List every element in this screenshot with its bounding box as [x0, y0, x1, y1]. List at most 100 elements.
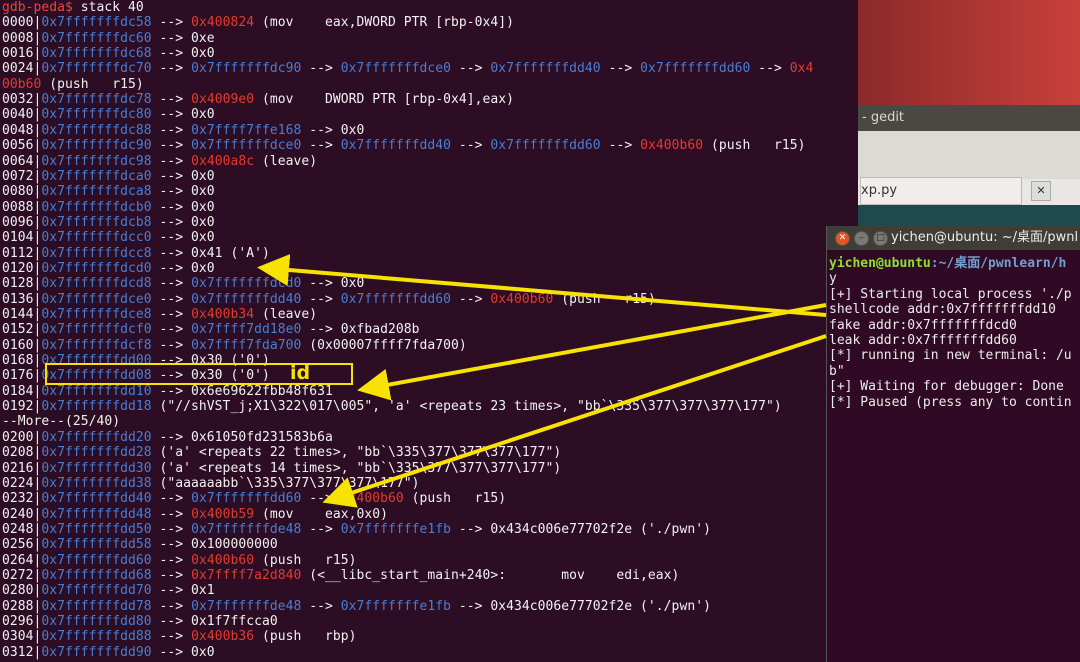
- stack-offset: 0264|: [2, 552, 42, 568]
- stack-line: 0000|0x7fffffffdc58 --> 0x400824 (mov ea…: [2, 15, 514, 30]
- stack-address: 0x7fffffffdcc8: [41, 245, 152, 261]
- arrow-text: -->: [301, 491, 341, 507]
- arrow-text: --> 0x0: [151, 46, 215, 62]
- stack-address: 0x7fffffffdd28: [41, 445, 152, 461]
- arrow-text: -->: [600, 61, 641, 77]
- arrow-text: --> 0x1: [151, 583, 215, 599]
- stack-address: 0x7fffffffdd20: [41, 429, 152, 445]
- pointer-address: 0x7fffffffdce0: [191, 138, 302, 154]
- stack-offset: 0248|: [2, 521, 42, 537]
- value-text: (leave): [254, 307, 318, 322]
- arrow-text: -->: [151, 153, 192, 169]
- stack-line: 0216|0x7fffffffdd30 ('a' <repeats 14 tim…: [2, 461, 561, 476]
- arrow-text: --> 0x100000000: [151, 537, 278, 553]
- stack-line: 0104|0x7fffffffdcc0 --> 0x0: [2, 230, 215, 245]
- value-text: --> 0x0: [301, 122, 365, 138]
- pointer-address: 0x7fffffffdd60: [640, 61, 751, 77]
- stack-offset: 0136|: [2, 291, 42, 307]
- arrow-text: ("//shVST_j;X1\322\017\005", 'a' <repeat…: [151, 399, 782, 415]
- value-text: --> 0x434c006e77702f2e ('./pwn'): [451, 521, 711, 537]
- stack-offset: 0080|: [2, 184, 42, 200]
- stack-address: 0x7fffffffdd58: [41, 537, 152, 553]
- value-text: --> 0x434c006e77702f2e ('./pwn'): [451, 598, 711, 614]
- arrow-text: -->: [301, 138, 341, 154]
- terminal-path: :~/桌面/pwnlearn/h: [930, 256, 1067, 271]
- stack-address: 0x7fffffffdd90: [41, 644, 152, 660]
- stack-address: 0x7fffffffdd80: [41, 614, 152, 629]
- code-address: 0x400b34: [191, 307, 255, 322]
- stack-address: 0x7fffffffdd78: [41, 598, 152, 614]
- terminal-text: [*] Paused (press any to contin: [829, 394, 1072, 410]
- close-icon[interactable]: ✕: [835, 231, 850, 246]
- stack-offset: 0160|: [2, 337, 42, 353]
- stack-offset: 0208|: [2, 445, 42, 461]
- stack-line: 0008|0x7fffffffdc60 --> 0xe: [2, 31, 215, 46]
- stack-address: 0x7fffffffdc90: [41, 138, 152, 154]
- value-text: (mov DWORD PTR [rbp-0x4],eax): [254, 92, 515, 108]
- arrow-text: --> 0x0: [151, 184, 215, 200]
- arrow-text: -->: [151, 567, 192, 583]
- stack-offset: 0064|: [2, 153, 42, 169]
- stack-line: 0112|0x7fffffffdcc8 --> 0x41 ('A'): [2, 246, 270, 261]
- pointer-address: 0x7fffffffdd60: [490, 138, 601, 154]
- arrow-text: -->: [151, 15, 192, 31]
- stack-line: 0120|0x7fffffffdcd0 --> 0x0: [2, 261, 215, 276]
- arrow-text: -->: [301, 598, 341, 614]
- stack-offset: 0048|: [2, 122, 42, 138]
- gedit-tab[interactable]: xp.py ✕: [860, 177, 1051, 205]
- stack-line: 0240|0x7fffffffdd48 --> 0x400b59 (mov ea…: [2, 507, 388, 522]
- code-address: 0x400b36: [191, 629, 255, 645]
- minimize-icon[interactable]: –: [854, 231, 869, 246]
- terminal-line: [+] Waiting for debugger: Done: [829, 379, 1064, 394]
- value-text: (push rbp): [254, 629, 357, 645]
- stack-line: 0136|0x7fffffffdce0 --> 0x7fffffffdd40 -…: [2, 292, 656, 307]
- stack-line: 0232|0x7fffffffdd40 --> 0x7fffffffdd60 -…: [2, 491, 506, 506]
- terminal-titlebar: ✕ – □ yichen@ubuntu: ~/桌面/pwnl: [827, 226, 1080, 250]
- stack-offset: 0272|: [2, 567, 42, 583]
- stack-line: 0208|0x7fffffffdd28 ('a' <repeats 22 tim…: [2, 445, 561, 460]
- stack-line: 0024|0x7fffffffdc70 --> 0x7fffffffdc90 -…: [2, 61, 813, 76]
- stack-line: 0072|0x7fffffffdca0 --> 0x0: [2, 169, 215, 184]
- stack-address: 0x7fffffffdcc0: [41, 230, 152, 246]
- stack-offset: 0072|: [2, 168, 42, 184]
- stack-line: 0200|0x7fffffffdd20 --> 0x61050fd231583b…: [2, 430, 333, 445]
- terminal-line: b": [829, 364, 845, 379]
- stack-offset: 0216|: [2, 460, 42, 476]
- stack-line: 0184|0x7fffffffdd10 --> 0x6e69622fbb48f6…: [2, 384, 333, 399]
- gedit-editor[interactable]: [840, 205, 1080, 225]
- stack-line: 00b60 (push r15): [2, 77, 144, 92]
- stack-address: 0x7fffffffdc80: [41, 107, 152, 123]
- arrow-text: -->: [151, 598, 192, 614]
- maximize-icon[interactable]: □: [873, 231, 888, 246]
- pointer-address: 0x7fffffffdd60: [191, 491, 302, 507]
- code-address: 0x400b60: [490, 291, 554, 307]
- terminal-window[interactable]: ✕ – □ yichen@ubuntu: ~/桌面/pwnl yichen@ub…: [826, 226, 1080, 662]
- arrow-text: -->: [151, 276, 192, 292]
- stack-offset: 0256|: [2, 537, 42, 553]
- code-address: 0x4: [789, 61, 814, 77]
- code-address: 0x400b59: [191, 506, 255, 522]
- value-text: (leave): [254, 153, 318, 169]
- stack-address: 0x7fffffffdc98: [41, 153, 152, 169]
- stack-address: 0x7fffffffdd48: [41, 506, 152, 522]
- arrow-text: -->: [151, 61, 192, 77]
- stack-address: 0x7fffffffdc68: [41, 46, 152, 62]
- arrow-text: ('a' <repeats 14 times>, "bb`\335\377\37…: [151, 460, 562, 476]
- code-address: 0x400824: [191, 15, 255, 31]
- stack-line: 0056|0x7fffffffdc90 --> 0x7fffffffdce0 -…: [2, 138, 806, 153]
- stack-offset: 0168|: [2, 353, 42, 369]
- stack-line: 0288|0x7fffffffdd78 --> 0x7fffffffde48 -…: [2, 599, 711, 614]
- stack-address: 0x7fffffffdd70: [41, 583, 152, 599]
- terminal-text: fake addr:0x7fffffffdcd0: [829, 317, 1017, 333]
- terminal-line: [*] running in new terminal: /u: [829, 348, 1072, 363]
- close-icon[interactable]: ✕: [1031, 181, 1051, 201]
- stack-offset: 0104|: [2, 230, 42, 246]
- arrow-text: --> 0x0: [151, 260, 215, 276]
- arrow-text: -->: [151, 491, 192, 507]
- arrow-text: --> 0x0: [151, 168, 215, 184]
- arrow-text: --> 0x0: [151, 644, 215, 660]
- terminal-text: y: [829, 271, 837, 287]
- stack-offset: 0024|: [2, 61, 42, 77]
- gdb-terminal[interactable]: gdb-peda$ stack 40 0000|0x7fffffffdc58 --…: [0, 0, 858, 662]
- stack-line: gdb-peda$ stack 40: [2, 0, 144, 15]
